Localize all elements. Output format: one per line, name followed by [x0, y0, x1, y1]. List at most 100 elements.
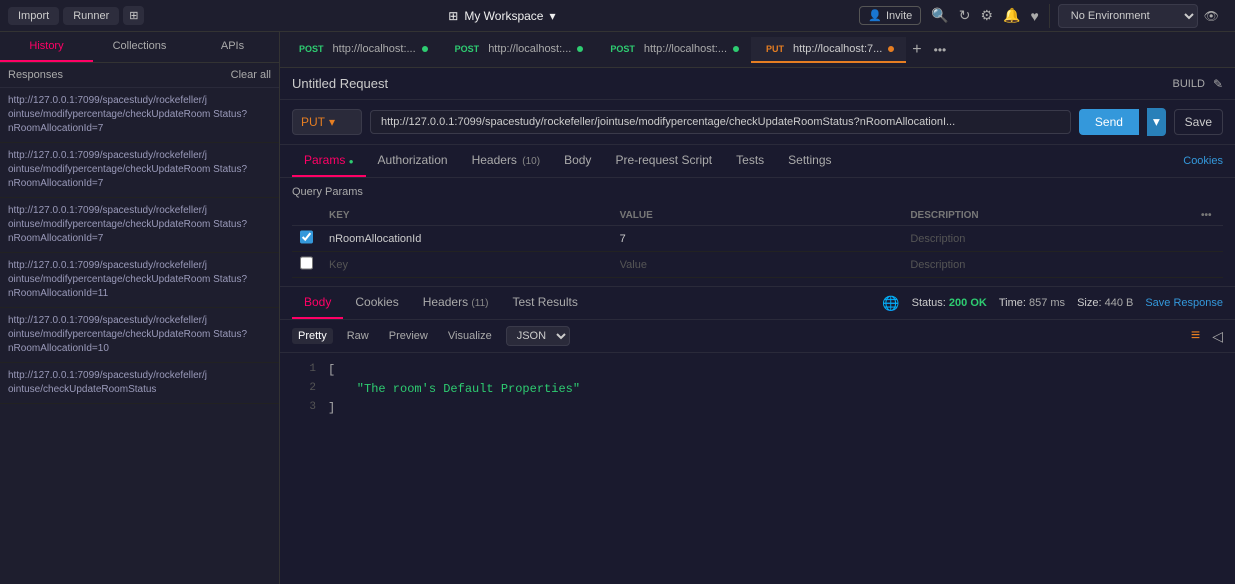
list-item[interactable]: http://127.0.0.1:7099/spacestudy/rockefe… [0, 143, 279, 198]
method-select[interactable]: PUT ▾ [292, 109, 362, 135]
method-badge-post: POST [607, 43, 638, 55]
wrap-button[interactable]: ≡ [1191, 327, 1200, 345]
response-status: 🌐 Status: 200 OK Time: 857 ms Size: 440 … [882, 295, 1223, 312]
value-input[interactable] [620, 233, 895, 245]
tab-url: http://localhost:7... [793, 43, 882, 55]
tab-pre-request-script[interactable]: Pre-request Script [603, 145, 724, 177]
list-item[interactable]: http://127.0.0.1:7099/spacestudy/rockefe… [0, 253, 279, 308]
user-icon: 👤 [868, 9, 882, 22]
list-item[interactable]: http://127.0.0.1:7099/spacestudy/rockefe… [0, 363, 279, 404]
query-params-title: Query Params [292, 186, 1223, 198]
edit-icon[interactable]: ✎ [1213, 77, 1223, 91]
key-input[interactable] [329, 259, 604, 271]
tab-authorization[interactable]: Authorization [366, 145, 460, 177]
key-input[interactable] [329, 233, 604, 245]
clear-all-button[interactable]: Clear all [231, 69, 271, 81]
bell-icon[interactable]: 🔔 [1003, 7, 1020, 24]
tab-url: http://localhost:... [333, 43, 416, 55]
workspace-label: My Workspace [464, 9, 543, 23]
save-response-button[interactable]: Save Response [1145, 297, 1223, 309]
tab-headers[interactable]: Headers (10) [460, 145, 553, 177]
sidebar-tab-collections[interactable]: Collections [93, 32, 186, 62]
sidebar: History Collections APIs Responses Clear… [0, 32, 280, 584]
send-button[interactable]: Send [1079, 109, 1139, 135]
invite-button[interactable]: 👤 Invite [859, 6, 921, 25]
response-code-area: 1 [ 2 "The room's Default Properties" 3 … [280, 353, 1235, 584]
row-checkbox[interactable] [300, 230, 313, 244]
check-col-header [292, 206, 321, 226]
search-topbar-icon[interactable]: 🔍 [931, 7, 948, 24]
tab-dot [422, 46, 428, 52]
resp-tab-cookies[interactable]: Cookies [343, 287, 410, 319]
heart-icon[interactable]: ♥ [1030, 8, 1038, 24]
import-button[interactable]: Import [8, 7, 59, 25]
build-label: BUILD [1173, 78, 1205, 90]
responses-label: Responses [8, 69, 63, 81]
sidebar-tabs: History Collections APIs [0, 32, 279, 63]
format-select[interactable]: JSON XML HTML Text [506, 326, 570, 346]
sidebar-list: http://127.0.0.1:7099/spacestudy/rockefe… [0, 88, 279, 584]
method-chevron-icon: ▾ [329, 115, 335, 129]
url-bar: PUT ▾ Send ▾ Save [280, 100, 1235, 145]
environment-select[interactable]: No Environment [1058, 4, 1198, 28]
tab-item[interactable]: POST http://localhost:... [595, 37, 751, 63]
code-line: 3 ] [292, 399, 1223, 418]
url-input[interactable] [370, 110, 1071, 134]
table-row [292, 252, 1223, 278]
topbar: Import Runner ⊞ ⊞ My Workspace ▾ 👤 Invit… [0, 0, 1235, 32]
new-tab-button[interactable]: ⊞ [123, 6, 144, 25]
resp-tab-body[interactable]: Body [292, 287, 343, 319]
row-checkbox[interactable] [300, 256, 313, 270]
tab-item[interactable]: POST http://localhost:... [284, 37, 440, 63]
method-label: PUT [301, 115, 325, 129]
key-col-header: KEY [321, 206, 612, 226]
tab-url: http://localhost:... [644, 43, 727, 55]
topbar-left: Import Runner ⊞ [8, 6, 144, 25]
resp-tab-test-results[interactable]: Test Results [500, 287, 589, 319]
response-area: Body Cookies Headers (11) Test Results 🌐… [280, 286, 1235, 584]
cookies-link[interactable]: Cookies [1183, 155, 1223, 167]
eye-icon[interactable]: 👁 [1204, 9, 1219, 23]
sidebar-tab-apis[interactable]: APIs [186, 32, 279, 62]
method-badge-put: PUT [763, 43, 787, 55]
settings-icon[interactable]: ⚙ [980, 7, 993, 24]
tab-body[interactable]: Body [552, 145, 603, 177]
list-item[interactable]: http://127.0.0.1:7099/spacestudy/rockefe… [0, 198, 279, 253]
collapse-button[interactable]: ◁ [1212, 328, 1223, 345]
response-tabs: Body Cookies Headers (11) Test Results 🌐… [280, 287, 1235, 320]
tab-tests[interactable]: Tests [724, 145, 776, 177]
pretty-view-button[interactable]: Pretty [292, 328, 333, 344]
table-row [292, 226, 1223, 252]
visualize-view-button[interactable]: Visualize [442, 328, 498, 344]
description-input[interactable] [910, 259, 1185, 271]
status-badge: Status: 200 OK [912, 297, 987, 309]
raw-view-button[interactable]: Raw [341, 328, 375, 344]
params-table: KEY VALUE DESCRIPTION ••• [292, 206, 1223, 278]
preview-view-button[interactable]: Preview [383, 328, 434, 344]
code-line: 1 [ [292, 361, 1223, 380]
workspace-selector[interactable]: ⊞ My Workspace ▾ [144, 9, 859, 23]
tab-dot [733, 46, 739, 52]
sidebar-tab-history[interactable]: History [0, 32, 93, 62]
tab-params[interactable]: Params ● [292, 145, 366, 177]
sync-icon[interactable]: ↻ [959, 7, 971, 24]
value-input[interactable] [620, 259, 895, 271]
topbar-right: 👤 Invite 🔍 ↻ ⚙ 🔔 ♥ No Environment 👁 [859, 4, 1227, 28]
tab-settings[interactable]: Settings [776, 145, 843, 177]
save-button[interactable]: Save [1174, 109, 1223, 135]
actions-col-header: ••• [1193, 206, 1223, 226]
tab-item[interactable]: POST http://localhost:... [440, 37, 596, 63]
more-tabs-button[interactable]: ••• [928, 43, 953, 57]
desc-col-header: DESCRIPTION [902, 206, 1193, 226]
method-badge-post: POST [452, 43, 483, 55]
send-dropdown-button[interactable]: ▾ [1147, 108, 1166, 136]
method-badge-post: POST [296, 43, 327, 55]
runner-button[interactable]: Runner [63, 7, 119, 25]
list-item[interactable]: http://127.0.0.1:7099/spacestudy/rockefe… [0, 308, 279, 363]
description-input[interactable] [910, 233, 1185, 245]
resp-tab-headers[interactable]: Headers (11) [411, 287, 501, 319]
add-tab-button[interactable]: + [906, 41, 927, 59]
list-item[interactable]: http://127.0.0.1:7099/spacestudy/rockefe… [0, 88, 279, 143]
content-area: POST http://localhost:... POST http://lo… [280, 32, 1235, 584]
tab-item-active[interactable]: PUT http://localhost:7... [751, 37, 906, 63]
